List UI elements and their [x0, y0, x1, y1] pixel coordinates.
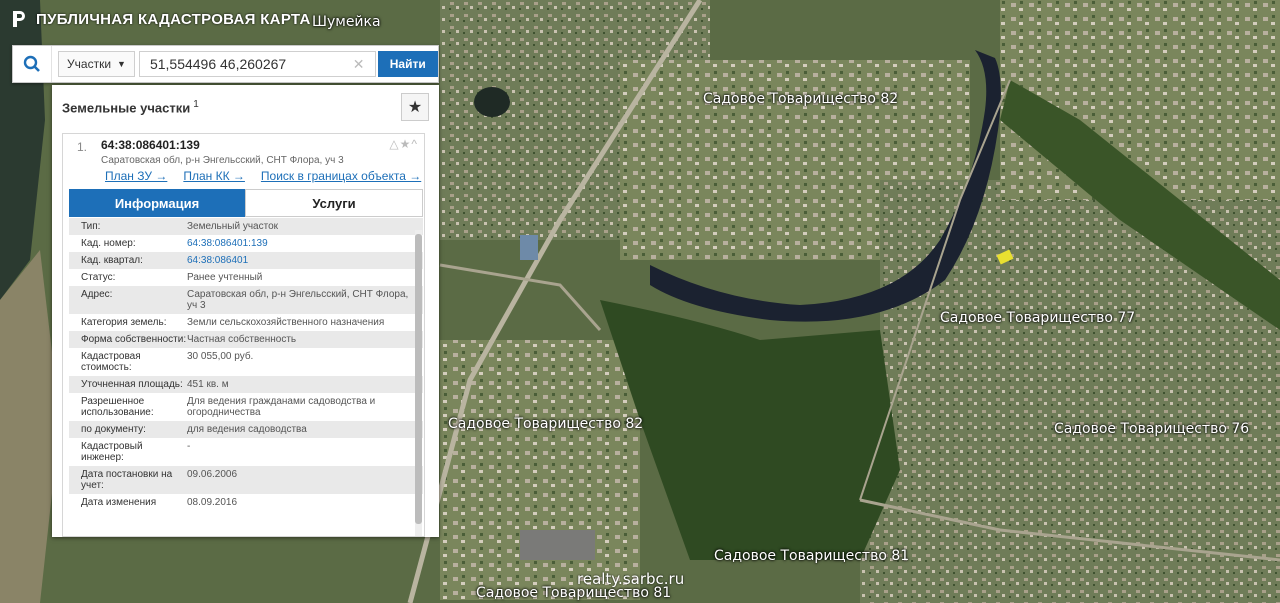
- scope-select-label: Участки: [67, 57, 112, 71]
- info-row-label: Кадастровый инженер:: [81, 441, 143, 463]
- map-label: Шумейка: [312, 14, 381, 30]
- info-row-value: Для ведения гражданами садоводства и ого…: [187, 396, 376, 418]
- chevron-up-icon[interactable]: ^: [411, 137, 418, 151]
- link-plan-zu[interactable]: План ЗУ →: [105, 169, 167, 183]
- card-actions[interactable]: △★^: [389, 137, 418, 151]
- info-row: Категория земель: Земли сельскохозяйствен…: [69, 314, 423, 331]
- info-row-label: Разрешенное использование:: [81, 396, 154, 418]
- link-search-bounds[interactable]: Поиск в границах объекта →: [261, 169, 421, 183]
- info-row-value: для ведения садоводства: [187, 424, 307, 435]
- favorites-button[interactable]: ★: [401, 93, 429, 121]
- info-row-value: Частная собственность: [187, 334, 297, 345]
- search-input[interactable]: 51,554496 46,260267 ✕: [138, 51, 376, 77]
- info-row-value: Саратовская обл, р-н Энгельсский, СНТ Фл…: [187, 289, 409, 311]
- info-row-value: 451 кв. м: [187, 379, 229, 390]
- panel-title: Земельные участки 1: [62, 99, 199, 115]
- info-row: Кад. номер: 64:38:086401:139: [69, 235, 423, 252]
- map-label: Садовое Товарищество 82: [448, 416, 644, 432]
- info-row-value[interactable]: 64:38:086401:139: [187, 238, 423, 249]
- star-icon[interactable]: ★: [400, 137, 412, 151]
- info-row-value: Земли сельскохозяйственного назначения: [187, 317, 385, 328]
- info-row: Кадастровая стоимость: 30 055,00 руб.: [69, 348, 423, 376]
- map-label: Садовое Товарищество 82: [703, 91, 899, 107]
- star-icon: ★: [407, 99, 423, 116]
- info-row-value: -: [187, 441, 191, 452]
- result-count: 1: [193, 98, 199, 110]
- info-row-label: Дата постановки на учет:: [81, 469, 173, 491]
- scope-select[interactable]: Участки ▼: [58, 51, 135, 77]
- info-row-label: по документу:: [81, 424, 146, 435]
- info-row-label: Категория земель:: [81, 317, 167, 328]
- info-row: Разрешенное использование: Для ведения гр…: [69, 393, 423, 421]
- info-row-label: Форма собственности:: [81, 334, 187, 345]
- app-title: ПУБЛИЧНАЯ КАДАСТРОВАЯ КАРТА: [36, 10, 311, 28]
- info-row-label: Адрес:: [81, 289, 113, 300]
- clear-icon[interactable]: ✕: [353, 56, 365, 73]
- info-row-label: Кад. номер:: [81, 238, 136, 249]
- search-query: 51,554496 46,260267: [149, 56, 287, 72]
- info-row-label: Уточненная площадь:: [81, 379, 183, 390]
- info-row-label: Статус:: [81, 272, 116, 283]
- info-row-value: 30 055,00 руб.: [187, 351, 254, 362]
- info-row-label: Тип:: [81, 221, 101, 232]
- tab-services[interactable]: Услуги: [245, 189, 423, 217]
- info-row: Кадастровый инженер: -: [69, 438, 423, 466]
- info-row-value: 08.09.2016: [187, 497, 238, 508]
- info-row-label: Дата изменения: [81, 497, 157, 508]
- info-row-value: Ранее учтенный: [187, 272, 263, 283]
- info-row: Адрес: Саратовская обл, р-н Энгельсский, …: [69, 286, 423, 314]
- link-plan-kk[interactable]: План КК →: [183, 169, 245, 183]
- chevron-down-icon: ▼: [117, 59, 126, 69]
- scrollbar-thumb[interactable]: [415, 234, 422, 524]
- map-label: Садовое Товарищество 81: [714, 548, 910, 564]
- info-row: Дата постановки на учет: 09.06.2006: [69, 466, 423, 494]
- card-links: План ЗУ → План КК → Поиск в границах объ…: [105, 169, 421, 183]
- info-row-label: Кадастровая стоимость:: [81, 351, 141, 373]
- cadastral-id[interactable]: 64:38:086401:139: [101, 138, 200, 152]
- warning-icon[interactable]: △: [389, 137, 399, 151]
- info-row: Статус: Ранее учтенный: [69, 269, 423, 286]
- map-label: Садовое Товарищество 76: [1054, 421, 1250, 437]
- info-row-label: Кад. квартал:: [81, 255, 143, 266]
- result-address: Саратовская обл, р-н Энгельсский, СНТ Фл…: [101, 155, 344, 166]
- info-row: Дата изменения 08.09.2016: [69, 494, 423, 511]
- panel-title-text: Земельные участки: [62, 100, 191, 116]
- logo-icon: [13, 11, 25, 27]
- map-label: Садовое Товарищество 77: [940, 310, 1136, 326]
- search-bar: Участки ▼ 51,554496 46,260267 ✕ Найти: [12, 45, 439, 83]
- panel-header: Земельные участки 1 ★: [52, 85, 439, 129]
- info-table: Тип: Земельный участок Кад. номер: 64:38:08…: [69, 218, 423, 511]
- watermark: realty.sarbc.ru: [577, 570, 685, 588]
- search-icon[interactable]: [13, 46, 53, 82]
- find-button[interactable]: Найти: [377, 51, 438, 77]
- result-index: 1.: [77, 140, 88, 154]
- info-row-value: Земельный участок: [187, 221, 279, 232]
- info-row: Уточненная площадь: 451 кв. м: [69, 376, 423, 393]
- result-card-header: 1. 64:38:086401:139 Саратовская обл, р-н…: [63, 134, 424, 188]
- info-row-value: 09.06.2006: [187, 469, 238, 480]
- info-row-value[interactable]: 64:38:086401: [187, 255, 423, 266]
- info-row: Форма собственности: Частная собственност…: [69, 331, 423, 348]
- app-header: ПУБЛИЧНАЯ КАДАСТРОВАЯ КАРТА: [10, 10, 311, 28]
- result-tabs: Информация Услуги: [69, 189, 423, 217]
- scrollbar[interactable]: [415, 230, 422, 536]
- info-row: Тип: Земельный участок: [69, 218, 423, 235]
- info-row: Кад. квартал: 64:38:086401: [69, 252, 423, 269]
- results-panel: Земельные участки 1 ★ 1. 64:38:086401:139…: [52, 85, 439, 537]
- result-card: 1. 64:38:086401:139 Саратовская обл, р-н…: [62, 133, 425, 537]
- info-row: по документу: для ведения садоводства: [69, 421, 423, 438]
- tab-information[interactable]: Информация: [69, 189, 245, 217]
